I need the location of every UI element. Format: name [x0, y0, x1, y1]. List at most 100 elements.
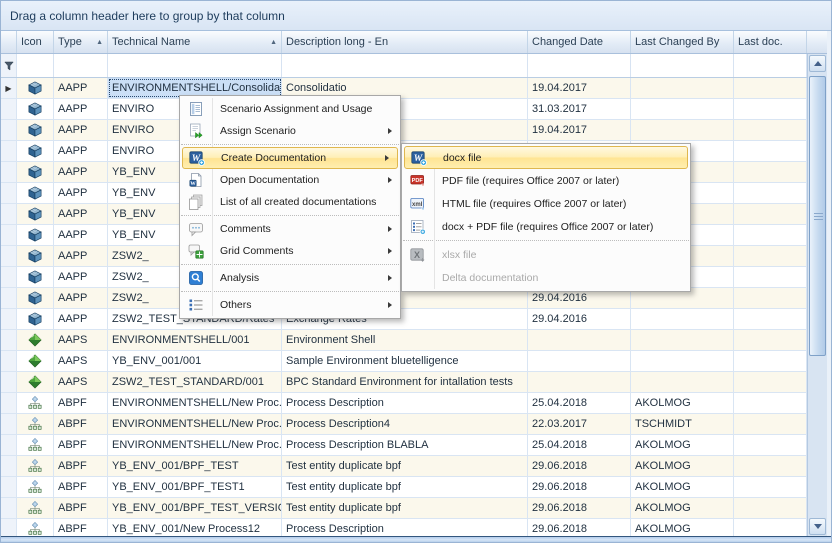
group-by-bar[interactable]: Drag a column header here to group by th… — [1, 1, 832, 31]
cell-type[interactable]: ABPF — [54, 393, 108, 413]
cell-changed-date[interactable] — [528, 351, 631, 371]
menu-item-analysis[interactable]: Analysis — [180, 267, 400, 289]
menu-item-open-documentation[interactable]: Open Documentation — [180, 169, 400, 191]
table-row[interactable]: ABPFYB_ENV_001/BPF_TEST_VERSIONTest enti… — [1, 498, 807, 519]
cell-last-changed-by[interactable] — [631, 330, 734, 350]
cell-last-changed-by[interactable] — [631, 78, 734, 98]
cell-technical-name[interactable]: ENVIRONMENTSHELL/New Proc... — [108, 435, 282, 455]
cell-type[interactable]: ABPF — [54, 456, 108, 476]
cell-last-changed-by[interactable] — [631, 120, 734, 140]
cell-description[interactable]: Test entity duplicate bpf — [282, 477, 528, 497]
menu-item-grid-comments[interactable]: Grid Comments — [180, 240, 400, 262]
cell-last-changed-by[interactable] — [631, 372, 734, 392]
cell-last-changed-by[interactable] — [631, 99, 734, 119]
cell-last-doc[interactable] — [734, 477, 807, 497]
cell-icon[interactable] — [17, 162, 54, 182]
cell-last-doc[interactable] — [734, 309, 807, 329]
table-row[interactable]: AAPSENVIRONMENTSHELL/001Environment Shel… — [1, 330, 807, 351]
cell-technical-name[interactable]: ZSW2_TEST_STANDARD/001 — [108, 372, 282, 392]
cell-description[interactable]: BPC Standard Environment for intallation… — [282, 372, 528, 392]
cell-changed-date[interactable]: 29.06.2018 — [528, 498, 631, 518]
cell-description[interactable]: Process Description — [282, 519, 528, 536]
cell-icon[interactable] — [17, 225, 54, 245]
cell-last-changed-by[interactable]: AKOLMOG — [631, 393, 734, 413]
column-header-icon[interactable]: Icon — [17, 31, 54, 53]
cell-icon[interactable] — [17, 435, 54, 455]
vertical-scrollbar[interactable] — [807, 54, 827, 536]
table-row[interactable]: AAPSYB_ENV_001/001Sample Environment blu… — [1, 351, 807, 372]
cell-icon[interactable] — [17, 99, 54, 119]
cell-technical-name[interactable]: ENVIRONMENTSHELL/New Proc... — [108, 414, 282, 434]
cell-last-changed-by[interactable] — [631, 351, 734, 371]
cell-changed-date[interactable]: 29.04.2016 — [528, 309, 631, 329]
cell-description[interactable]: Process Description4 — [282, 414, 528, 434]
menu-item-assign-scenario[interactable]: Assign Scenario — [180, 120, 400, 142]
table-row[interactable]: ABPFYB_ENV_001/BPF_TEST1Test entity dupl… — [1, 477, 807, 498]
cell-type[interactable]: AAPP — [54, 309, 108, 329]
cell-icon[interactable] — [17, 204, 54, 224]
column-header-last_doc[interactable]: Last doc. — [734, 31, 807, 53]
cell-description[interactable]: Process Description — [282, 393, 528, 413]
cell-icon[interactable] — [17, 120, 54, 140]
cell-technical-name[interactable]: YB_ENV_001/001 — [108, 351, 282, 371]
cell-last-doc[interactable] — [734, 435, 807, 455]
cell-description[interactable]: Sample Environment bluetelligence — [282, 351, 528, 371]
cell-description[interactable]: Process Description BLABLA — [282, 435, 528, 455]
cell-last-doc[interactable] — [734, 162, 807, 182]
cell-last-changed-by[interactable] — [631, 309, 734, 329]
menu-item-comments[interactable]: Comments — [180, 218, 400, 240]
cell-icon[interactable] — [17, 288, 54, 308]
cell-icon[interactable] — [17, 477, 54, 497]
cell-technical-name[interactable]: ENVIRONMENTSHELL/001 — [108, 330, 282, 350]
cell-last-doc[interactable] — [734, 330, 807, 350]
table-row[interactable]: ABPFENVIRONMENTSHELL/New Proc...Process … — [1, 435, 807, 456]
cell-changed-date[interactable]: 19.04.2017 — [528, 78, 631, 98]
cell-technical-name[interactable]: YB_ENV_001/BPF_TEST — [108, 456, 282, 476]
menu-item-docx-pdf-file-requires-office-2007-or-later[interactable]: docx + PDF file (requires Office 2007 or… — [402, 215, 690, 238]
cell-last-changed-by[interactable]: AKOLMOG — [631, 435, 734, 455]
cell-last-doc[interactable] — [734, 393, 807, 413]
filter-cell-description[interactable] — [282, 54, 528, 77]
cell-type[interactable]: AAPP — [54, 78, 108, 98]
cell-icon[interactable] — [17, 246, 54, 266]
cell-type[interactable]: AAPP — [54, 120, 108, 140]
cell-last-doc[interactable] — [734, 246, 807, 266]
cell-last-doc[interactable] — [734, 78, 807, 98]
cell-changed-date[interactable]: 25.04.2018 — [528, 435, 631, 455]
menu-item-others[interactable]: Others — [180, 294, 400, 316]
cell-type[interactable]: AAPS — [54, 330, 108, 350]
cell-description[interactable]: Test entity duplicate bpf — [282, 456, 528, 476]
filter-cell-type[interactable] — [54, 54, 108, 77]
cell-last-doc[interactable] — [734, 99, 807, 119]
cell-last-doc[interactable] — [734, 288, 807, 308]
cell-type[interactable]: AAPP — [54, 246, 108, 266]
menu-item-scenario-assignment-and-usage[interactable]: Scenario Assignment and Usage — [180, 98, 400, 120]
table-row[interactable]: ▶AAPPENVIRONMENTSHELL/ConsolidaConsolida… — [1, 78, 807, 99]
cell-last-doc[interactable] — [734, 414, 807, 434]
cell-type[interactable]: AAPP — [54, 225, 108, 245]
cell-technical-name[interactable]: YB_ENV_001/BPF_TEST1 — [108, 477, 282, 497]
menu-item-html-file-requires-office-2007-or-later[interactable]: HTML file (requires Office 2007 or later… — [402, 192, 690, 215]
cell-last-changed-by[interactable]: TSCHMIDT — [631, 414, 734, 434]
cell-icon[interactable] — [17, 330, 54, 350]
cell-icon[interactable] — [17, 78, 54, 98]
cell-changed-date[interactable]: 29.06.2018 — [528, 477, 631, 497]
cell-type[interactable]: ABPF — [54, 477, 108, 497]
cell-type[interactable]: AAPP — [54, 288, 108, 308]
cell-type[interactable]: AAPP — [54, 99, 108, 119]
cell-type[interactable]: AAPP — [54, 162, 108, 182]
cell-type[interactable]: AAPP — [54, 141, 108, 161]
cell-icon[interactable] — [17, 267, 54, 287]
scroll-up-button[interactable] — [809, 55, 826, 72]
column-header-last_changed_by[interactable]: Last Changed By — [631, 31, 734, 53]
cell-type[interactable]: AAPP — [54, 204, 108, 224]
cell-technical-name[interactable]: ENVIRONMENTSHELL/New Proc... — [108, 393, 282, 413]
table-row[interactable]: AAPPZSW2_TEST_STANDARD/RatesExchange Rat… — [1, 309, 807, 330]
cell-last-changed-by[interactable]: AKOLMOG — [631, 498, 734, 518]
cell-last-doc[interactable] — [734, 351, 807, 371]
cell-description[interactable]: Environment Shell — [282, 330, 528, 350]
cell-last-doc[interactable] — [734, 183, 807, 203]
cell-changed-date[interactable]: 29.06.2018 — [528, 456, 631, 476]
column-header-technical_name[interactable]: Technical Name▲ — [108, 31, 282, 53]
cell-last-doc[interactable] — [734, 498, 807, 518]
